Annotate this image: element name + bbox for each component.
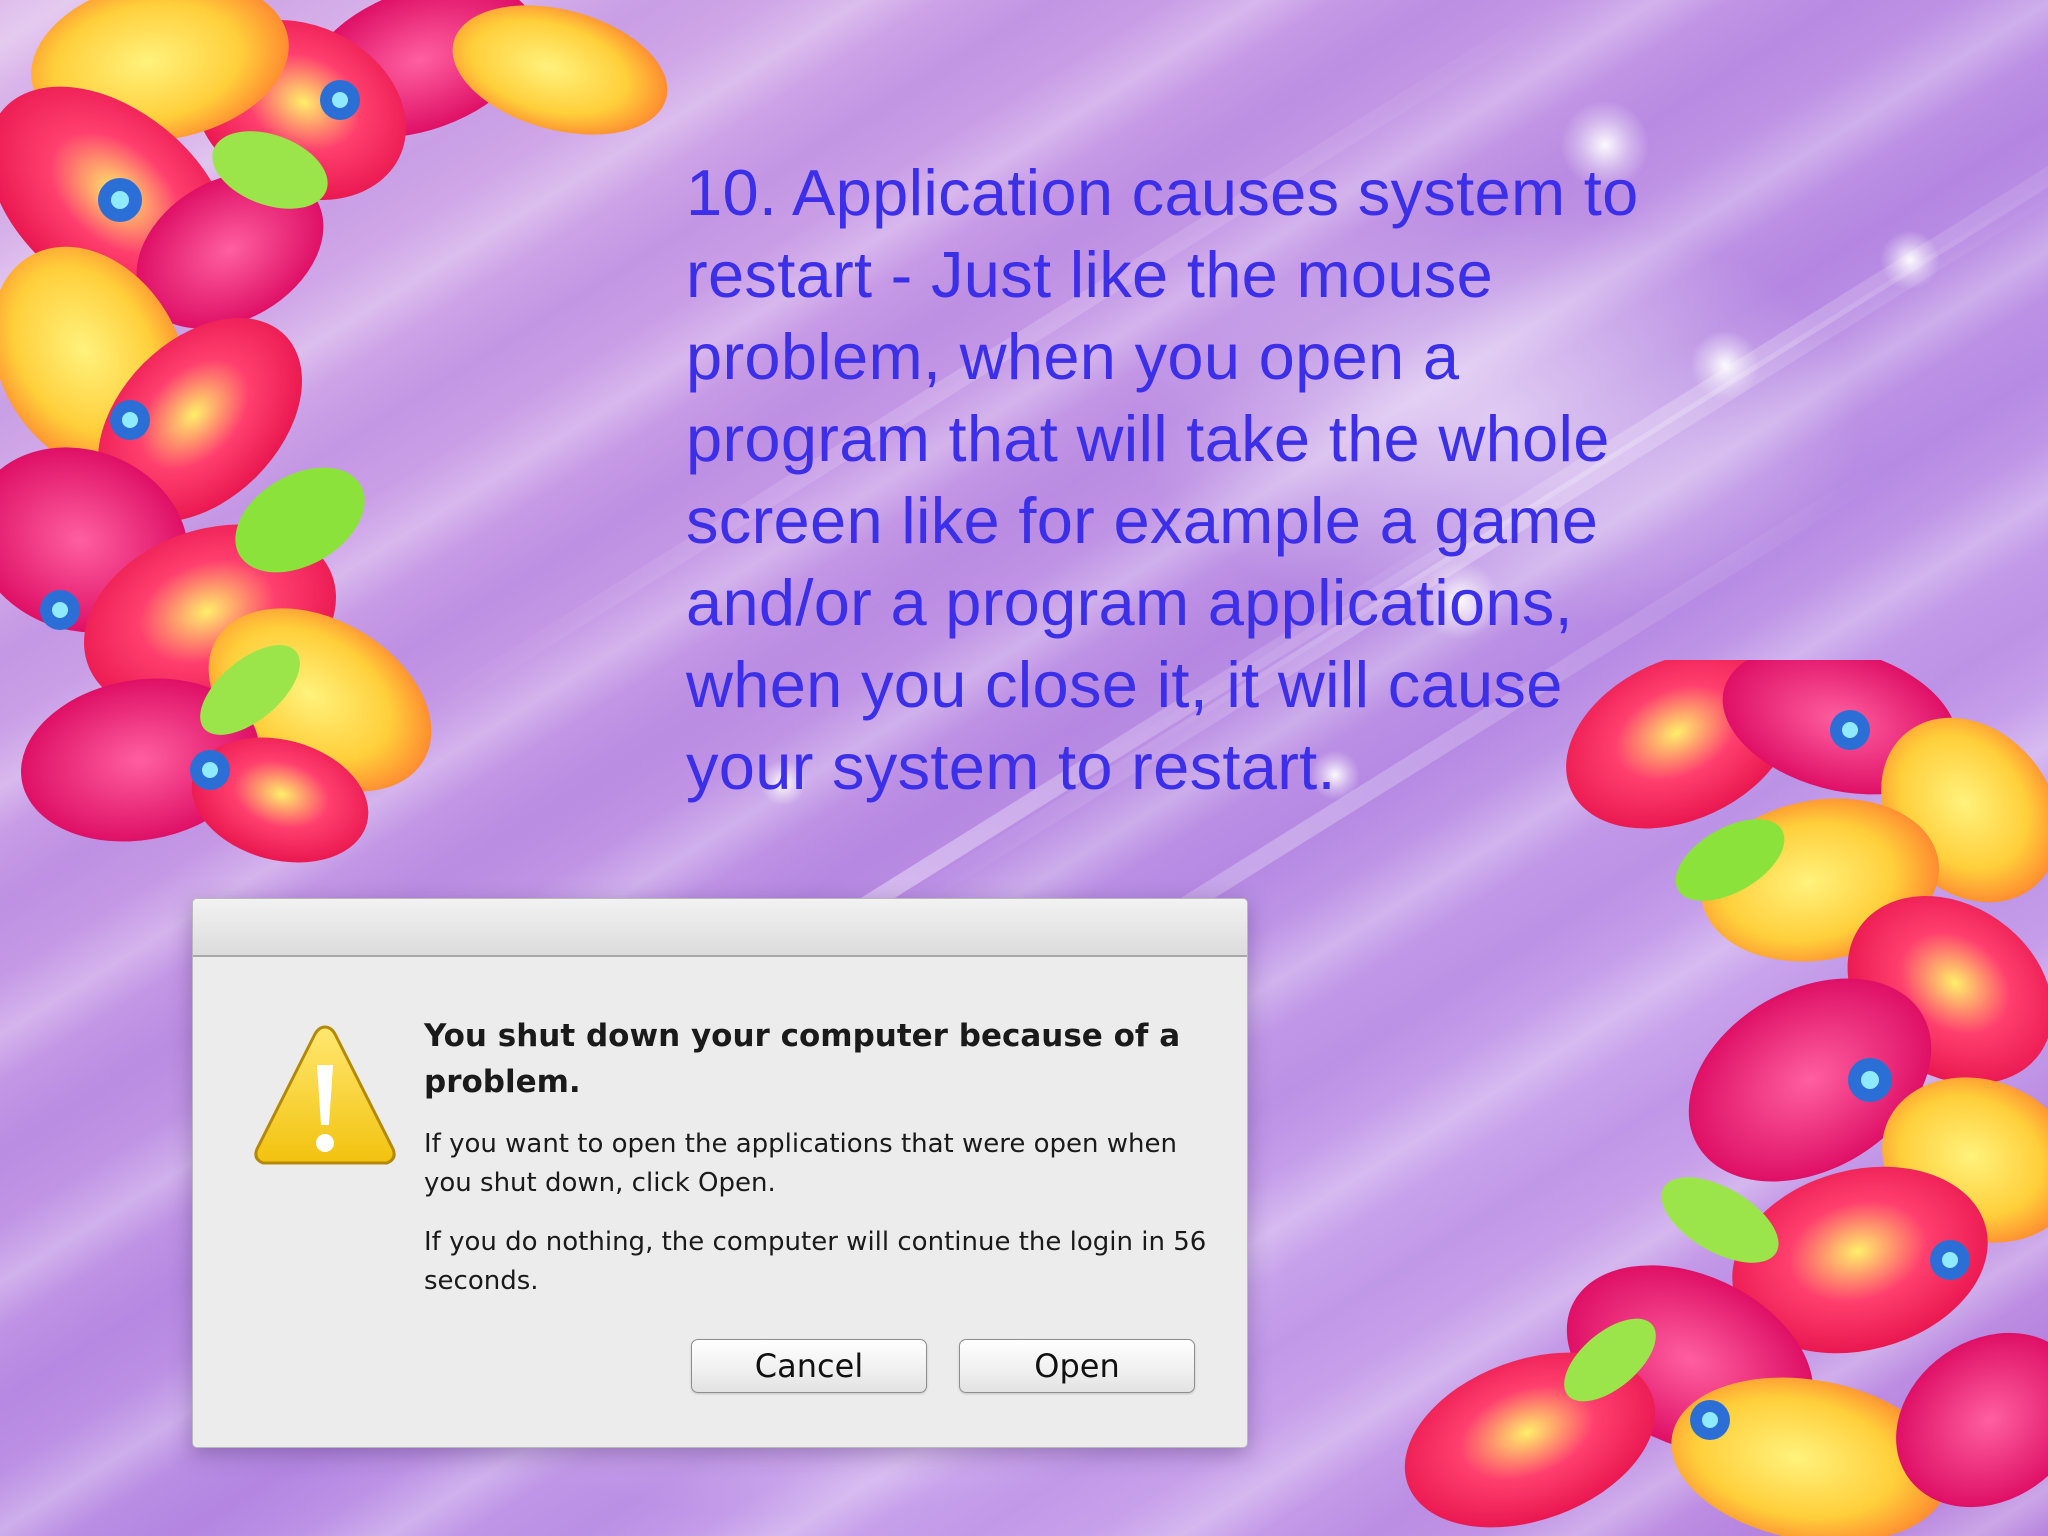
dialog-titlebar[interactable] — [193, 899, 1247, 957]
dialog-title: You shut down your computer because of a… — [424, 1018, 1181, 1100]
sparkle — [1880, 230, 1940, 290]
flower-decoration-top-left — [0, 0, 668, 863]
slide-body-text: 10. Application causes system to restart… — [686, 156, 1639, 803]
warning-icon — [254, 1025, 396, 1165]
slide-background: 10. Application causes system to restart… — [0, 0, 2048, 1536]
open-button[interactable]: Open — [959, 1339, 1195, 1393]
sparkle — [1690, 330, 1760, 400]
cancel-button[interactable]: Cancel — [691, 1339, 927, 1393]
restart-alert-dialog: You shut down your computer because of a… — [192, 898, 1248, 1448]
dialog-message-login-countdown: If you do nothing, the computer will con… — [424, 1227, 1207, 1296]
dialog-message-open-apps: If you want to open the applications tha… — [424, 1129, 1178, 1198]
